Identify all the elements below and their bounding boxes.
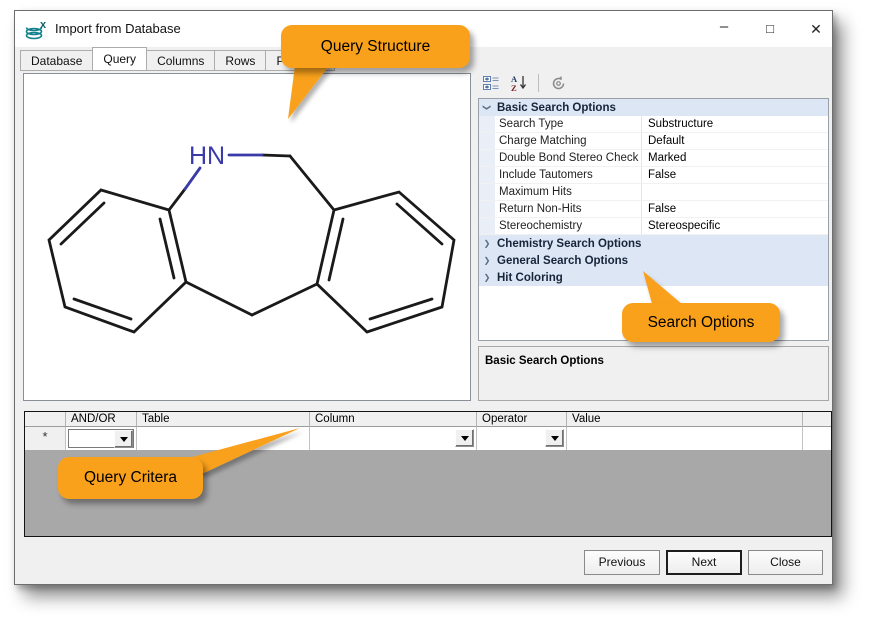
minimize-button[interactable]: – [707, 17, 741, 41]
criteria-col-andor: AND/OR [66, 412, 137, 427]
operator-cell[interactable] [477, 427, 567, 450]
description-title: Basic Search Options [485, 355, 604, 367]
row-gutter [479, 150, 495, 166]
previous-button[interactable]: Previous [584, 550, 660, 575]
sort-alphabetical-icon[interactable]: A Z [508, 73, 530, 93]
category-row[interactable]: ❯Hit Coloring [479, 269, 828, 286]
criteria-col-extra [803, 412, 831, 427]
close-button[interactable]: ✕ [799, 17, 833, 41]
nh-atom-label: HN [189, 142, 225, 170]
tab-query[interactable]: Query [92, 47, 147, 71]
next-button[interactable]: Next [666, 550, 742, 575]
property-row[interactable]: Return Non-HitsFalse [479, 201, 828, 218]
property-name: Return Non-Hits [495, 201, 642, 217]
window-title: Import from Database [55, 21, 181, 36]
category-label: General Search Options [495, 255, 628, 267]
table-cell[interactable] [137, 427, 310, 450]
criteria-col-table: Table [137, 412, 310, 427]
tab-database[interactable]: Database [20, 50, 93, 71]
options-toolbar: A Z [480, 71, 830, 95]
app-database-icon: x [25, 19, 47, 41]
property-value[interactable] [642, 184, 828, 200]
category-label: Basic Search Options [495, 102, 616, 114]
criteria-header-row: AND/ORTableColumnOperatorValue [25, 412, 831, 427]
toolbar-separator [538, 74, 539, 92]
property-value[interactable]: False [642, 201, 828, 217]
query-structure-canvas[interactable]: HN [23, 73, 471, 401]
category-row[interactable]: ❯Basic Search Options [479, 99, 828, 116]
property-value[interactable]: Default [642, 133, 828, 149]
property-row[interactable]: Search TypeSubstructure [479, 116, 828, 133]
callout-search-options: Search Options [622, 303, 780, 342]
value-cell[interactable] [567, 427, 803, 450]
svg-text:x: x [40, 19, 47, 31]
property-row[interactable]: Maximum Hits [479, 184, 828, 201]
property-value[interactable]: Substructure [642, 116, 828, 132]
property-name: Double Bond Stereo Check [495, 150, 642, 166]
callout-query-structure: Query Structure [281, 25, 470, 68]
andor-dropdown-icon[interactable] [114, 430, 133, 448]
row-gutter [479, 133, 495, 149]
chevron-down-icon[interactable]: ❯ [483, 100, 492, 116]
category-label: Chemistry Search Options [495, 238, 641, 250]
tab-columns[interactable]: Columns [147, 50, 215, 71]
molecule-drawing: HN [24, 74, 470, 400]
property-row[interactable]: Charge MatchingDefault [479, 133, 828, 150]
tab-rows[interactable]: Rows [215, 50, 266, 71]
property-value[interactable]: False [642, 167, 828, 183]
maximize-button[interactable]: □ [753, 17, 787, 41]
option-description-panel: Basic Search Options [478, 346, 829, 401]
extra-cell[interactable] [803, 427, 831, 450]
page: x Import from Database – □ ✕ DatabaseQue… [0, 0, 882, 635]
property-row[interactable]: StereochemistryStereospecific [479, 218, 828, 235]
categorized-icon[interactable] [480, 73, 502, 93]
property-name: Include Tautomers [495, 167, 642, 183]
row-selector-cell[interactable]: * [25, 427, 66, 450]
property-row[interactable]: Include TautomersFalse [479, 167, 828, 184]
property-value[interactable]: Stereospecific [642, 218, 828, 234]
criteria-col-value: Value [567, 412, 803, 427]
row-gutter [479, 116, 495, 132]
svg-text:Z: Z [511, 83, 517, 92]
criteria-new-row: * [25, 427, 831, 450]
property-row[interactable]: Double Bond Stereo CheckMarked [479, 150, 828, 167]
property-value[interactable]: Marked [642, 150, 828, 166]
criteria-col-operator: Operator [477, 412, 567, 427]
chevron-right-icon[interactable]: ❯ [479, 239, 495, 248]
row-gutter [479, 184, 495, 200]
reset-icon[interactable] [547, 73, 569, 93]
operator-dropdown-icon[interactable] [545, 429, 564, 447]
category-row[interactable]: ❯Chemistry Search Options [479, 235, 828, 252]
chevron-right-icon[interactable]: ❯ [479, 273, 495, 282]
close-dialog-button[interactable]: Close [748, 550, 823, 575]
andor-cell[interactable] [66, 427, 137, 450]
row-gutter [479, 201, 495, 217]
column-cell[interactable] [310, 427, 477, 450]
property-name: Stereochemistry [495, 218, 642, 234]
category-row[interactable]: ❯General Search Options [479, 252, 828, 269]
property-name: Charge Matching [495, 133, 642, 149]
column-dropdown-icon[interactable] [455, 429, 474, 447]
property-name: Search Type [495, 116, 642, 132]
callout-query-criteria: Query Critera [58, 457, 203, 499]
category-label: Hit Coloring [495, 272, 563, 284]
row-gutter [479, 167, 495, 183]
chevron-right-icon[interactable]: ❯ [479, 256, 495, 265]
criteria-col-rowhdr [25, 412, 66, 427]
row-gutter [479, 218, 495, 234]
criteria-col-column: Column [310, 412, 477, 427]
property-name: Maximum Hits [495, 184, 642, 200]
